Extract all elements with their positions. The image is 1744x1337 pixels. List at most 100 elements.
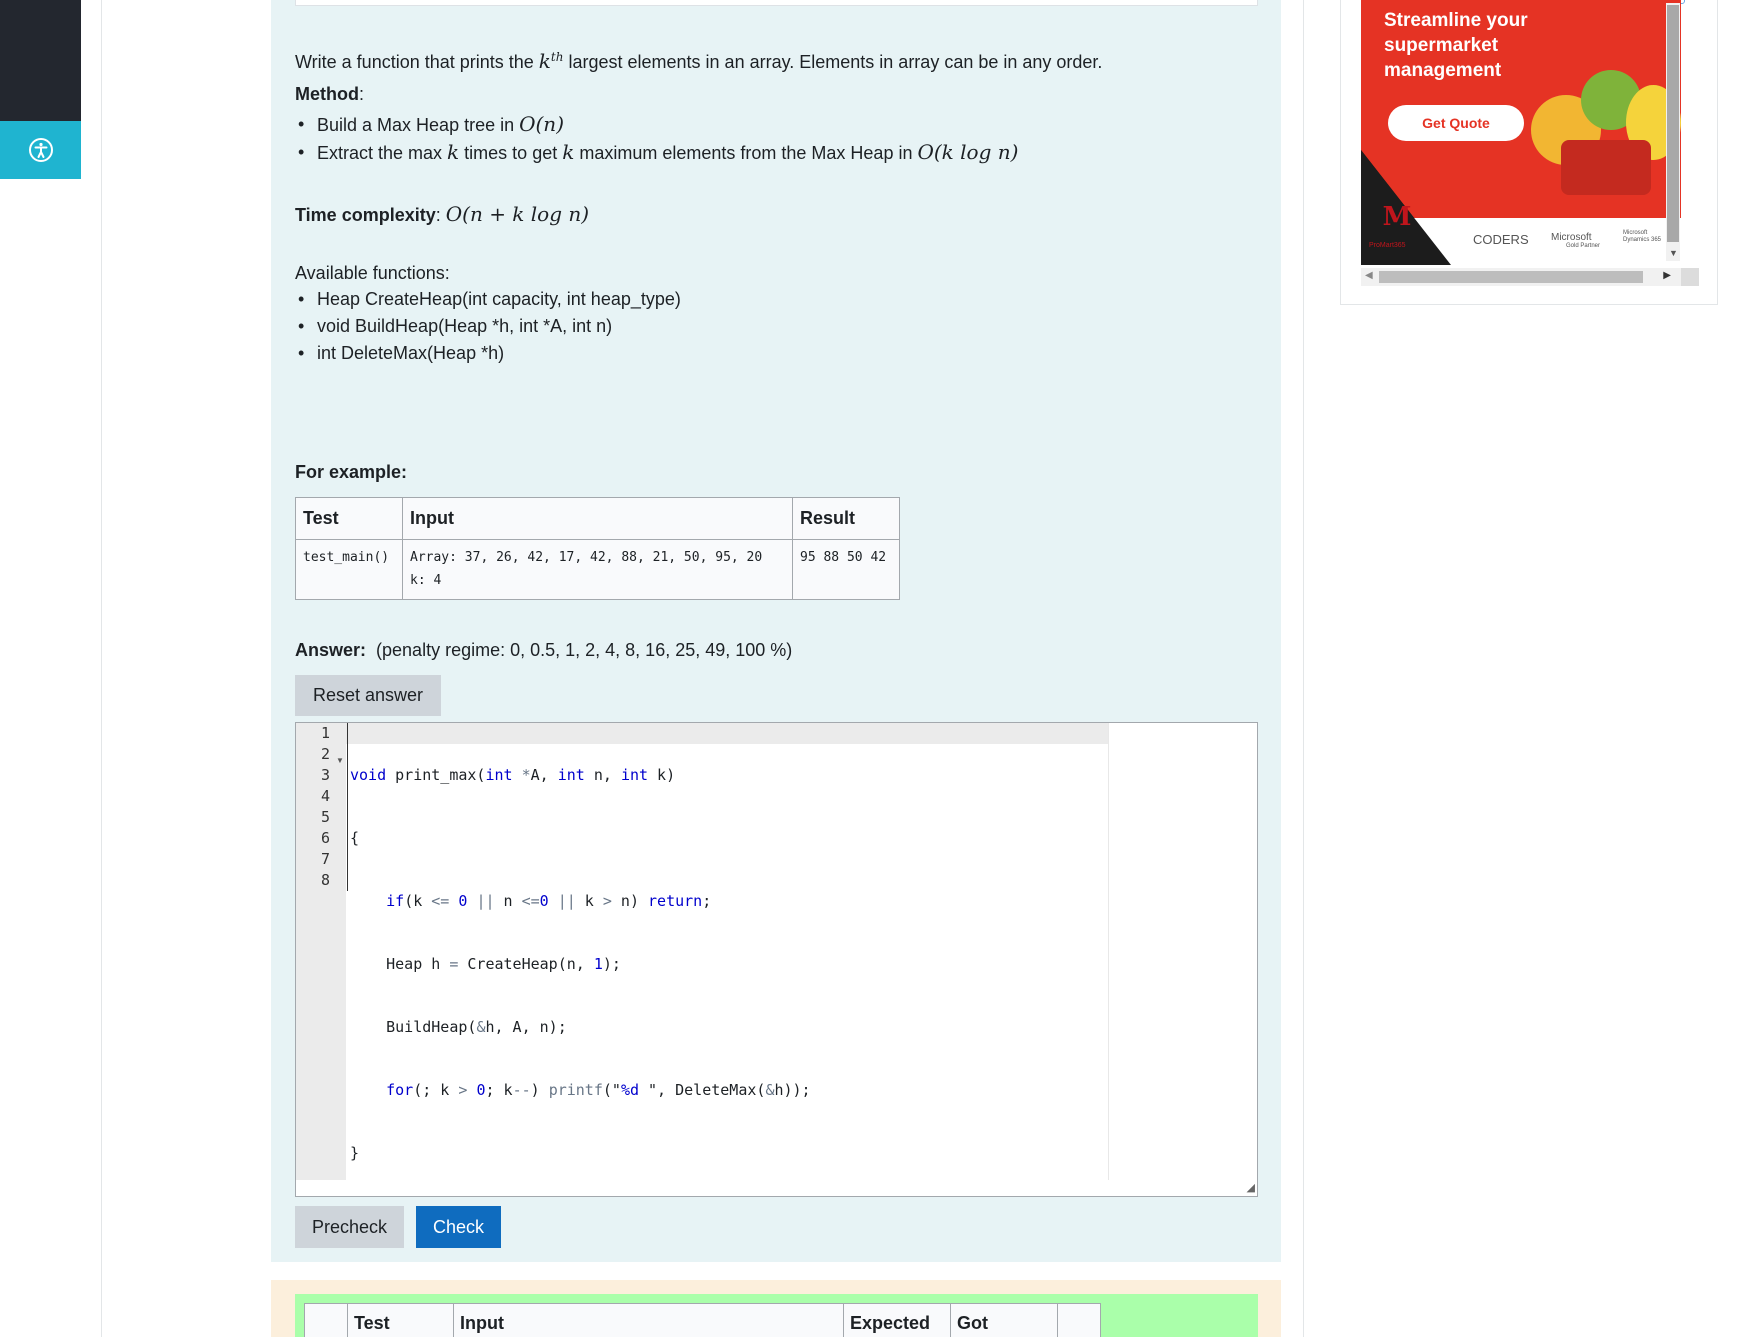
code-line: if(k <= 0 || n <=0 || k > n) return; [386,892,712,910]
list-item: Build a Max Heap tree in O(n) [295,111,1255,139]
method-colon: : [358,84,364,104]
microsoft-logo: Microsoft [1551,232,1592,243]
time-math: O(n + k log n) [445,202,590,226]
content-border-left [101,0,102,1337]
list-item: int DeleteMax(Heap *h) [295,340,1255,367]
method-item-text: Extract the max [317,143,448,163]
ad-banner[interactable]: Streamline your supermarket management G… [1361,0,1681,265]
line-number: 1 [320,724,330,742]
code-line: { [350,829,360,847]
list-item: Extract the max k times to get k maximum… [295,139,1255,167]
method-heading: Method: [295,81,1255,107]
method-item-math: k [562,140,575,164]
precheck-button[interactable]: Precheck [295,1206,404,1248]
scrollbar-thumb[interactable] [1667,5,1679,242]
answer-label: Answer: [295,640,367,660]
cell-result: 95 88 50 42 [792,539,900,600]
ad-block: Streamline your supermarket management G… [1340,0,1718,305]
check-button[interactable]: Check [416,1206,501,1248]
text-cursor [347,723,348,891]
functions-list: Heap CreateHeap(int capacity, int heap_t… [295,286,1255,367]
question-intro: Write a function that prints the kth lar… [295,48,1255,75]
result-passed-area: Test Input Expected Got [295,1294,1258,1337]
method-item-math: k [447,140,460,164]
functions-label: Available functions: [295,263,450,283]
fold-arrow-icon[interactable]: ▼ [336,756,344,765]
math-k: k [538,49,551,73]
result-header-input: Input [453,1303,844,1337]
sidebar-dark-panel [0,0,81,121]
method-item-text: Build a Max Heap tree in [317,115,520,135]
method-list: Build a Max Heap tree in O(n) Extract th… [295,111,1255,167]
time-colon: : [435,205,446,225]
basket-image [1561,140,1651,195]
cell-input: Array: 37, 26, 42, 17, 42, 88, 21, 50, 9… [402,539,793,600]
scroll-left-icon[interactable]: ◀ [1365,270,1373,281]
code-line: BuildHeap(&h, A, n); [350,1018,567,1036]
ad-horizontal-scrollbar[interactable]: ◀ ▶ [1361,268,1681,286]
penalty-regime: (penalty regime: 0, 0.5, 1, 2, 4, 8, 16,… [376,640,793,660]
result-table: Test Input Expected Got [304,1303,1101,1337]
time-label: Time complexity [295,205,436,225]
question-info-box [295,0,1258,6]
reset-answer-button[interactable]: Reset answer [295,675,441,716]
example-table: Test Input Result test_main() Array: 37,… [295,497,900,600]
result-header-test: Test [347,1303,454,1337]
result-header-status [304,1303,348,1337]
method-item-text: maximum elements from the Max Heap in [574,143,918,163]
result-panel: Test Input Expected Got [271,1280,1281,1337]
result-header-expected: Expected [843,1303,951,1337]
editor-gutter: 1 2 3 4 5 6 7 8 ▼ [296,723,346,1180]
scroll-down-icon[interactable]: ▼ [1669,248,1678,258]
question-panel: Write a function that prints the kth lar… [271,0,1281,1262]
line-number: 7 [320,850,330,868]
method-label: Method [295,84,359,104]
code-line: Heap h = CreateHeap(n, 1); [350,955,621,973]
header-input: Input [402,497,793,540]
line-number: 4 [320,787,330,805]
ad-vertical-scrollbar[interactable]: ▼ [1666,3,1680,261]
header-test: Test [295,497,403,540]
gold-partner-text: Gold Partner [1566,243,1601,249]
scrollbar-corner [1681,268,1699,286]
promart-logo-sub: ProMart365 [1369,242,1406,249]
method-item-text: times to get [459,143,563,163]
list-item: void BuildHeap(Heap *h, int *A, int n) [295,313,1255,340]
resize-handle-icon[interactable]: ◢ [1247,1181,1255,1194]
method-item-math: O(n) [519,112,564,136]
cell-test: test_main() [295,539,403,600]
accessibility-button[interactable] [0,121,81,179]
result-header-mark [1057,1303,1101,1337]
line-number: 8 [320,871,330,889]
result-header-got: Got [950,1303,1058,1337]
table-header-row: Test Input Expected Got [304,1303,1101,1337]
line-number: 5 [320,808,330,826]
scrollbar-thumb[interactable] [1379,271,1643,283]
example-title: For example: [295,462,408,482]
coders-logo: CODERS [1473,232,1529,247]
intro-text-end: largest elements in an array. Elements i… [563,52,1103,72]
table-row: test_main() Array: 37, 26, 42, 17, 42, 8… [295,539,900,600]
code-line: void print_max(int *A, int n, int k) [350,766,676,784]
accessibility-icon [28,138,53,162]
ad-title: Streamline your supermarket management [1384,10,1528,81]
code-content[interactable]: void print_max(int *A, int n, int k) { i… [350,723,811,1269]
code-line: } [350,1144,360,1162]
list-item: Heap CreateHeap(int capacity, int heap_t… [295,286,1255,313]
code-editor[interactable]: 1 2 3 4 5 6 7 8 ▼ void print_max(int *A,… [295,722,1258,1197]
get-quote-button[interactable]: Get Quote [1388,105,1524,141]
content-border-right [1303,0,1304,1337]
line-number: 3 [320,766,330,784]
line-number: 6 [320,829,330,847]
header-result: Result [792,497,900,540]
intro-text: Write a function that prints the [295,52,539,72]
scroll-right-icon[interactable]: ▶ [1663,270,1671,281]
print-margin [1108,723,1109,1180]
answer-heading: Answer: (penalty regime: 0, 0.5, 1, 2, 4… [295,640,792,661]
math-th: th [550,50,564,64]
code-line: for(; k > 0; k--) printf("%d ", DeleteMa… [386,1081,811,1099]
time-complexity: Time complexity: O(n + k log n) [295,201,1255,228]
table-header-row: Test Input Result [295,497,900,540]
question-text: Write a function that prints the kth lar… [295,48,1255,367]
method-item-math: O(k log n) [917,140,1019,164]
